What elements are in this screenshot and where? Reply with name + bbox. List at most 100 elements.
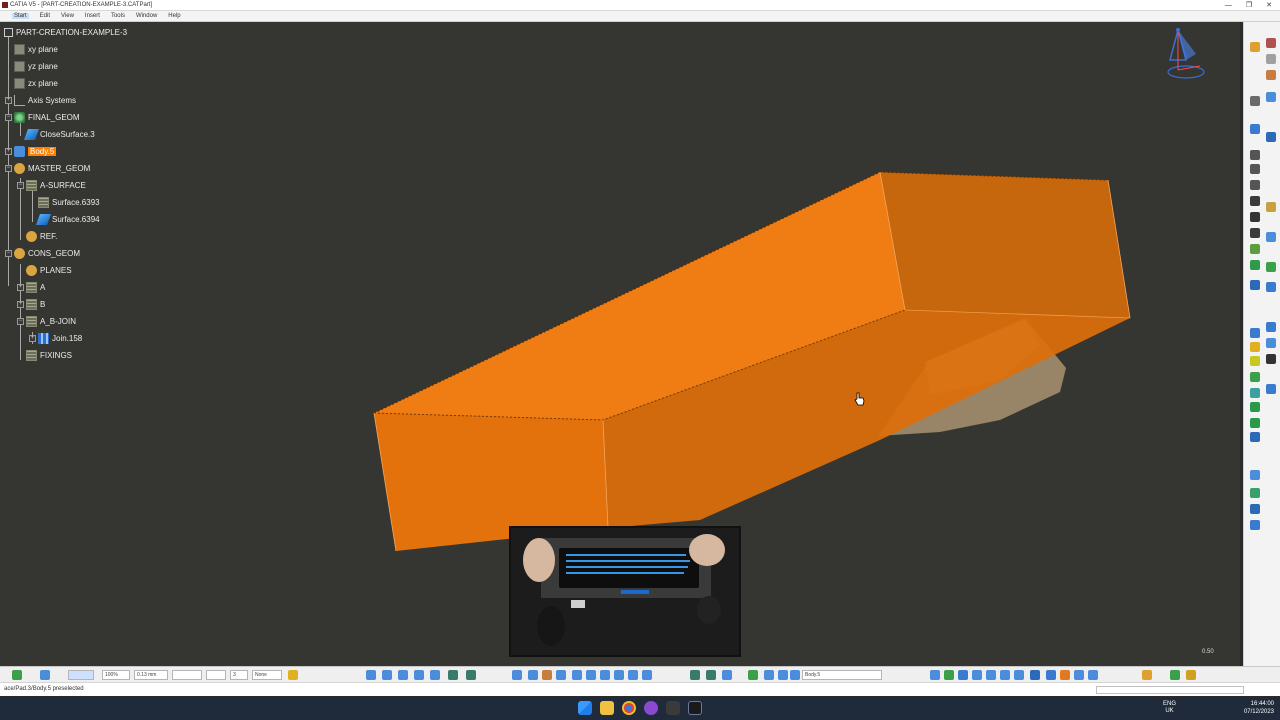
- tool-icon[interactable]: [1060, 670, 1070, 680]
- tool-icon[interactable]: [1250, 488, 1260, 498]
- tree-item-a-surface[interactable]: A-SURFACE: [26, 178, 86, 192]
- tool-icon[interactable]: [1186, 670, 1196, 680]
- menu-insert[interactable]: Insert: [85, 13, 100, 19]
- tool-icon[interactable]: [600, 670, 610, 680]
- tree-item-zx-plane[interactable]: zx plane: [14, 76, 58, 90]
- expand-body[interactable]: +: [5, 148, 12, 155]
- expand-axis-systems[interactable]: +: [5, 97, 12, 104]
- tool-icon[interactable]: [528, 670, 538, 680]
- paint-icon[interactable]: [288, 670, 298, 680]
- chrome-icon[interactable]: [622, 701, 636, 715]
- tool-icon[interactable]: [1250, 260, 1260, 270]
- collapse-a-surface[interactable]: −: [17, 182, 24, 189]
- collapse-master-geom[interactable]: −: [5, 165, 12, 172]
- tree-item-closesurface[interactable]: CloseSurface.3: [23, 127, 95, 141]
- close-icon[interactable]: ✕: [1266, 0, 1272, 11]
- tool-icon[interactable]: [706, 670, 716, 680]
- tool-icon[interactable]: [40, 670, 50, 680]
- tool-icon[interactable]: [1088, 670, 1098, 680]
- menu-view[interactable]: View: [61, 13, 74, 19]
- tool-icon[interactable]: [1250, 196, 1260, 206]
- tree-item-xy-plane[interactable]: xy plane: [14, 42, 58, 56]
- tool-icon[interactable]: [382, 670, 392, 680]
- tool-icon[interactable]: [1142, 670, 1152, 680]
- linetype-field[interactable]: [172, 670, 202, 680]
- tool-icon[interactable]: [414, 670, 424, 680]
- menu-start[interactable]: Start: [12, 13, 29, 19]
- tool-icon[interactable]: [1266, 384, 1276, 394]
- tool-icon[interactable]: [1250, 356, 1260, 366]
- tool-icon[interactable]: [1250, 388, 1260, 398]
- tool-icon[interactable]: [1250, 244, 1260, 254]
- collapse-cons-geom[interactable]: −: [5, 250, 12, 257]
- tool-icon[interactable]: [1250, 432, 1260, 442]
- tool-icon[interactable]: [448, 670, 458, 680]
- tree-item-fixings[interactable]: FIXINGS: [26, 348, 72, 362]
- tree-item-ref[interactable]: REF.: [26, 229, 57, 243]
- power-input-field[interactable]: [1096, 686, 1244, 694]
- tool-icon[interactable]: [12, 670, 22, 680]
- tool-icon[interactable]: [572, 670, 582, 680]
- tool-icon[interactable]: [1000, 670, 1010, 680]
- menu-tools[interactable]: Tools: [111, 13, 125, 19]
- tool-icon[interactable]: [1074, 670, 1084, 680]
- tool-icon[interactable]: [1250, 180, 1260, 190]
- tree-item-b[interactable]: B: [26, 297, 45, 311]
- tool-icon[interactable]: [1250, 402, 1260, 412]
- tool-icon[interactable]: [586, 670, 596, 680]
- thickness-field[interactable]: 0.13 mm: [134, 670, 168, 680]
- tree-item-a-b-join[interactable]: A_B-JOIN: [26, 314, 76, 328]
- tool-icon[interactable]: [1266, 338, 1276, 348]
- layer-filter-field[interactable]: None: [252, 670, 282, 680]
- tool-icon[interactable]: [1046, 670, 1056, 680]
- tree-item-axis-systems[interactable]: Axis Systems: [14, 93, 76, 107]
- tool-icon[interactable]: [398, 670, 408, 680]
- tree-item-final-geom[interactable]: FINAL_GEOM: [14, 110, 80, 124]
- tool-icon[interactable]: [1170, 670, 1180, 680]
- select-icon[interactable]: [1250, 42, 1260, 52]
- tool-icon[interactable]: [556, 670, 566, 680]
- transparency-field[interactable]: [206, 670, 226, 680]
- tool-icon[interactable]: [1250, 228, 1260, 238]
- tool-icon[interactable]: [1250, 96, 1260, 106]
- tool-icon[interactable]: [1030, 670, 1040, 680]
- tree-item-surface-6394[interactable]: Surface.6394: [35, 212, 100, 226]
- tool-icon[interactable]: [1266, 282, 1276, 292]
- tree-item-master-geom[interactable]: MASTER_GEOM: [14, 161, 90, 175]
- tool-icon[interactable]: [778, 670, 788, 680]
- tool-icon[interactable]: [1250, 520, 1260, 530]
- tool-icon[interactable]: [512, 670, 522, 680]
- windows-start-icon[interactable]: [578, 701, 592, 715]
- zoom-field[interactable]: 100%: [102, 670, 130, 680]
- current-body-select[interactable]: Body.5: [802, 670, 882, 680]
- tree-item-yz-plane[interactable]: yz plane: [14, 59, 58, 73]
- tree-item-body[interactable]: Body.5: [14, 144, 57, 158]
- tool-icon[interactable]: [1266, 262, 1276, 272]
- layer-number-field[interactable]: 3: [230, 670, 248, 680]
- tool-icon[interactable]: [1266, 54, 1276, 64]
- tool-icon[interactable]: [1266, 232, 1276, 242]
- tool-icon[interactable]: [466, 670, 476, 680]
- tool-icon[interactable]: [1250, 212, 1260, 222]
- maximize-icon[interactable]: ❐: [1246, 0, 1252, 11]
- tree-item-cons-geom[interactable]: CONS_GEOM: [14, 246, 80, 260]
- tool-icon[interactable]: [1250, 150, 1260, 160]
- tree-root[interactable]: PART-CREATION-EXAMPLE-3: [4, 25, 127, 39]
- tool-icon[interactable]: [1250, 124, 1260, 134]
- tree-item-surface-6393[interactable]: Surface.6393: [38, 195, 100, 209]
- menu-window[interactable]: Window: [136, 13, 157, 19]
- collapse-final-geom[interactable]: −: [5, 114, 12, 121]
- minimize-icon[interactable]: —: [1225, 0, 1232, 11]
- tool-icon[interactable]: [614, 670, 624, 680]
- tool-icon[interactable]: [958, 670, 968, 680]
- tool-icon[interactable]: [748, 670, 758, 680]
- tool-icon[interactable]: [1250, 164, 1260, 174]
- tool-icon[interactable]: [986, 670, 996, 680]
- tool-icon[interactable]: [1250, 418, 1260, 428]
- tool-icon[interactable]: [1250, 342, 1260, 352]
- tool-icon[interactable]: [1266, 132, 1276, 142]
- file-explorer-icon[interactable]: [600, 701, 614, 715]
- clock[interactable]: 16:44:00 07/12/2023: [1244, 700, 1274, 716]
- menu-edit[interactable]: Edit: [40, 13, 50, 19]
- obs-icon[interactable]: [644, 701, 658, 715]
